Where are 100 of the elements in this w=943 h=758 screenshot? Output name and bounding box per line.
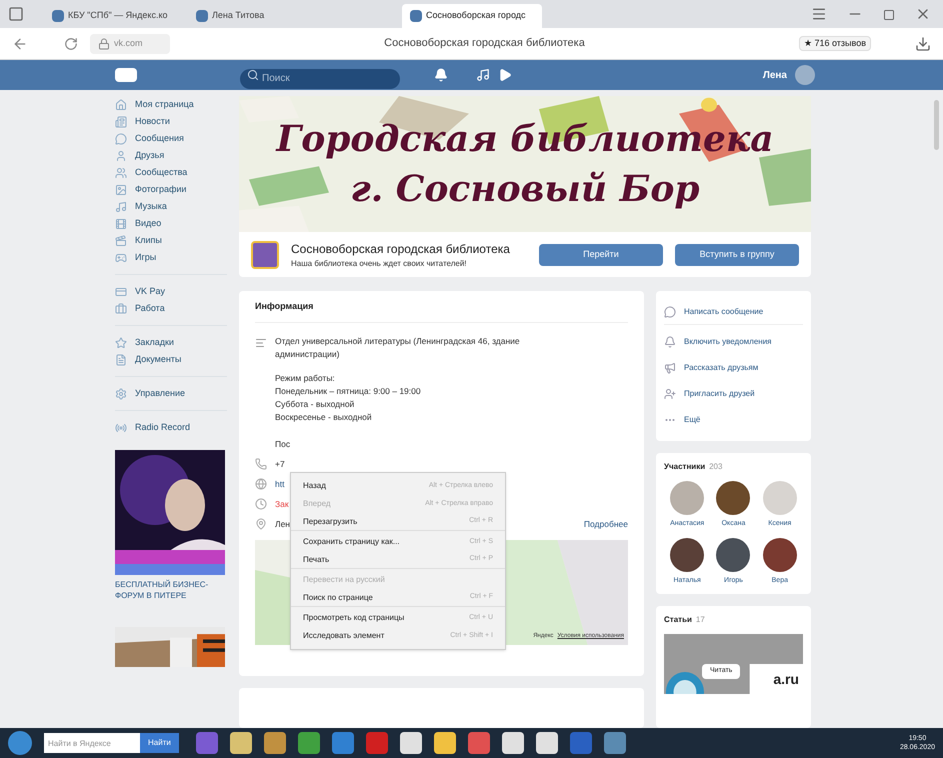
sidebar-item[interactable]: Моя страница xyxy=(115,96,227,113)
browser-tab[interactable]: КБУ "СПб" — Яндекс.ко xyxy=(44,4,184,28)
tab-favicon-icon xyxy=(196,10,208,22)
taskbar-app-icon[interactable] xyxy=(298,732,320,754)
description-icon xyxy=(255,337,267,349)
hours-line: Понедельник – пятница: 9:00 – 19:00 xyxy=(275,385,422,398)
sidebar-item-icon xyxy=(115,336,127,348)
detail-text[interactable]: htt xyxy=(275,478,284,490)
sidebar-item-icon xyxy=(115,218,127,230)
taskbar-app-icon[interactable] xyxy=(502,732,524,754)
detail-text: Зак xyxy=(275,498,289,510)
sidebar-item-icon xyxy=(115,252,127,264)
tab-favicon-icon xyxy=(52,10,64,22)
back-icon[interactable] xyxy=(12,36,28,52)
hours-line: Воскресенье - выходной xyxy=(275,411,373,424)
play-icon[interactable] xyxy=(498,68,512,82)
sidebar-item[interactable]: Видео xyxy=(115,215,227,232)
members-count: 203 xyxy=(709,461,722,473)
detail-text: +7 xyxy=(275,458,285,470)
sidebar-item-icon xyxy=(115,132,127,144)
group-action-button[interactable]: Вступить в группу xyxy=(675,244,799,266)
menu-icon[interactable] xyxy=(811,6,827,22)
sidebar-item-icon xyxy=(115,302,127,314)
articles-count: 17 xyxy=(696,614,705,626)
user-name[interactable]: Лена xyxy=(762,68,787,82)
taskbar-app-icon[interactable] xyxy=(434,732,456,754)
sidebar-item-icon xyxy=(115,166,127,178)
taskbar-app-icon[interactable] xyxy=(468,732,490,754)
tabs-icon[interactable] xyxy=(8,6,24,22)
cover-title: г. Сосновый Бор xyxy=(350,167,700,212)
sidebar-item[interactable]: VK Pay xyxy=(115,283,227,300)
sidebar-item-icon xyxy=(115,354,127,366)
download-icon[interactable] xyxy=(915,36,931,52)
action-icon xyxy=(664,336,676,348)
search-icon xyxy=(247,69,259,81)
reviews-link[interactable]: ★ 716 отзывов xyxy=(798,36,871,52)
sidebar-item[interactable]: Игры xyxy=(115,249,227,266)
maximize-icon[interactable] xyxy=(883,9,895,21)
info-description: Отдел универсальной литературы (Ленинградская 46, здание администрации) xyxy=(275,335,521,361)
sidebar-item[interactable]: Работа xyxy=(115,300,227,317)
members-title: Участники xyxy=(664,461,706,473)
sidebar-item-icon xyxy=(115,184,127,196)
detail-icon xyxy=(255,518,267,530)
sidebar-item[interactable]: Клипы xyxy=(115,232,227,249)
action-icon xyxy=(664,306,676,318)
bell-icon[interactable] xyxy=(434,68,448,82)
sidebar-item[interactable]: Управление xyxy=(115,385,227,402)
article-preview-text: a.ru xyxy=(773,670,799,689)
action-item[interactable]: Пригласить друзей xyxy=(664,381,803,407)
more-link[interactable]: Подробнее xyxy=(584,518,628,530)
sidebar-item-icon xyxy=(115,286,127,298)
action-icon xyxy=(664,362,676,374)
browser-tab[interactable]: Лена Титова xyxy=(188,4,328,28)
group-name: Сосновоборская городская библиотека xyxy=(291,240,511,258)
taskbar-app-icon[interactable] xyxy=(400,732,422,754)
taskbar-app-icon[interactable] xyxy=(604,732,626,754)
sidebar-item-icon xyxy=(115,116,127,128)
sidebar-item-icon xyxy=(115,422,127,434)
detail-icon xyxy=(255,458,267,470)
tab-favicon-icon xyxy=(410,10,422,22)
taskbar-search-button[interactable]: Найти xyxy=(140,733,179,753)
sidebar-item-icon xyxy=(115,98,127,110)
action-icon xyxy=(664,388,676,400)
sidebar-item[interactable]: Закладки xyxy=(115,334,227,351)
sidebar-item[interactable]: Друзья xyxy=(115,147,227,164)
sidebar-item[interactable]: Новости xyxy=(115,113,227,130)
hours-line: Режим работы: xyxy=(275,372,336,385)
browser-tab[interactable]: Сосновоборская городс xyxy=(402,4,542,28)
hours-line: Суббота - выходной xyxy=(275,398,356,411)
action-item[interactable]: Написать сообщение xyxy=(664,299,803,325)
reload-icon[interactable] xyxy=(64,36,78,50)
taskbar-app-icon[interactable] xyxy=(264,732,286,754)
lock-icon xyxy=(98,38,110,50)
sidebar-item[interactable]: Музыка xyxy=(115,198,227,215)
sidebar-item[interactable]: Документы xyxy=(115,351,227,368)
detail-icon xyxy=(255,498,267,510)
taskbar-app-icon[interactable] xyxy=(536,732,558,754)
info-title: Информация xyxy=(255,291,628,323)
detail-text: Пос xyxy=(275,438,290,450)
scrollbar[interactable] xyxy=(934,100,939,150)
sidebar-item[interactable]: Radio Record xyxy=(115,419,227,436)
action-item[interactable]: Включить уведомления xyxy=(664,329,803,355)
sidebar-item[interactable]: Сообщества xyxy=(115,164,227,181)
sidebar-item[interactable]: Сообщения xyxy=(115,130,227,147)
articles-title: Статьи xyxy=(664,614,692,626)
sidebar-item-icon xyxy=(115,200,127,212)
group-action-button[interactable]: Перейти xyxy=(539,244,663,266)
action-item[interactable]: Ещё xyxy=(664,407,803,433)
action-item[interactable]: Рассказать друзьям xyxy=(664,355,803,381)
sidebar-item[interactable]: Фотографии xyxy=(115,181,227,198)
music-icon[interactable] xyxy=(476,68,490,82)
group-avatar-icon xyxy=(251,240,279,269)
ad-title[interactable]: БЕСПЛАТНЫЙ БИЗНЕС-ФОРУМ В ПИТЕРЕ xyxy=(115,579,227,601)
taskbar-app-icon[interactable] xyxy=(332,732,354,754)
sidebar-item-icon xyxy=(115,150,127,162)
start-button-icon[interactable] xyxy=(8,731,32,755)
taskbar-app-icon[interactable] xyxy=(230,732,252,754)
search-field[interactable]: Поиск xyxy=(240,68,400,88)
taskbar-search-field[interactable]: Найти в Яндексе xyxy=(44,733,140,753)
detail-text: Лен xyxy=(275,518,290,530)
